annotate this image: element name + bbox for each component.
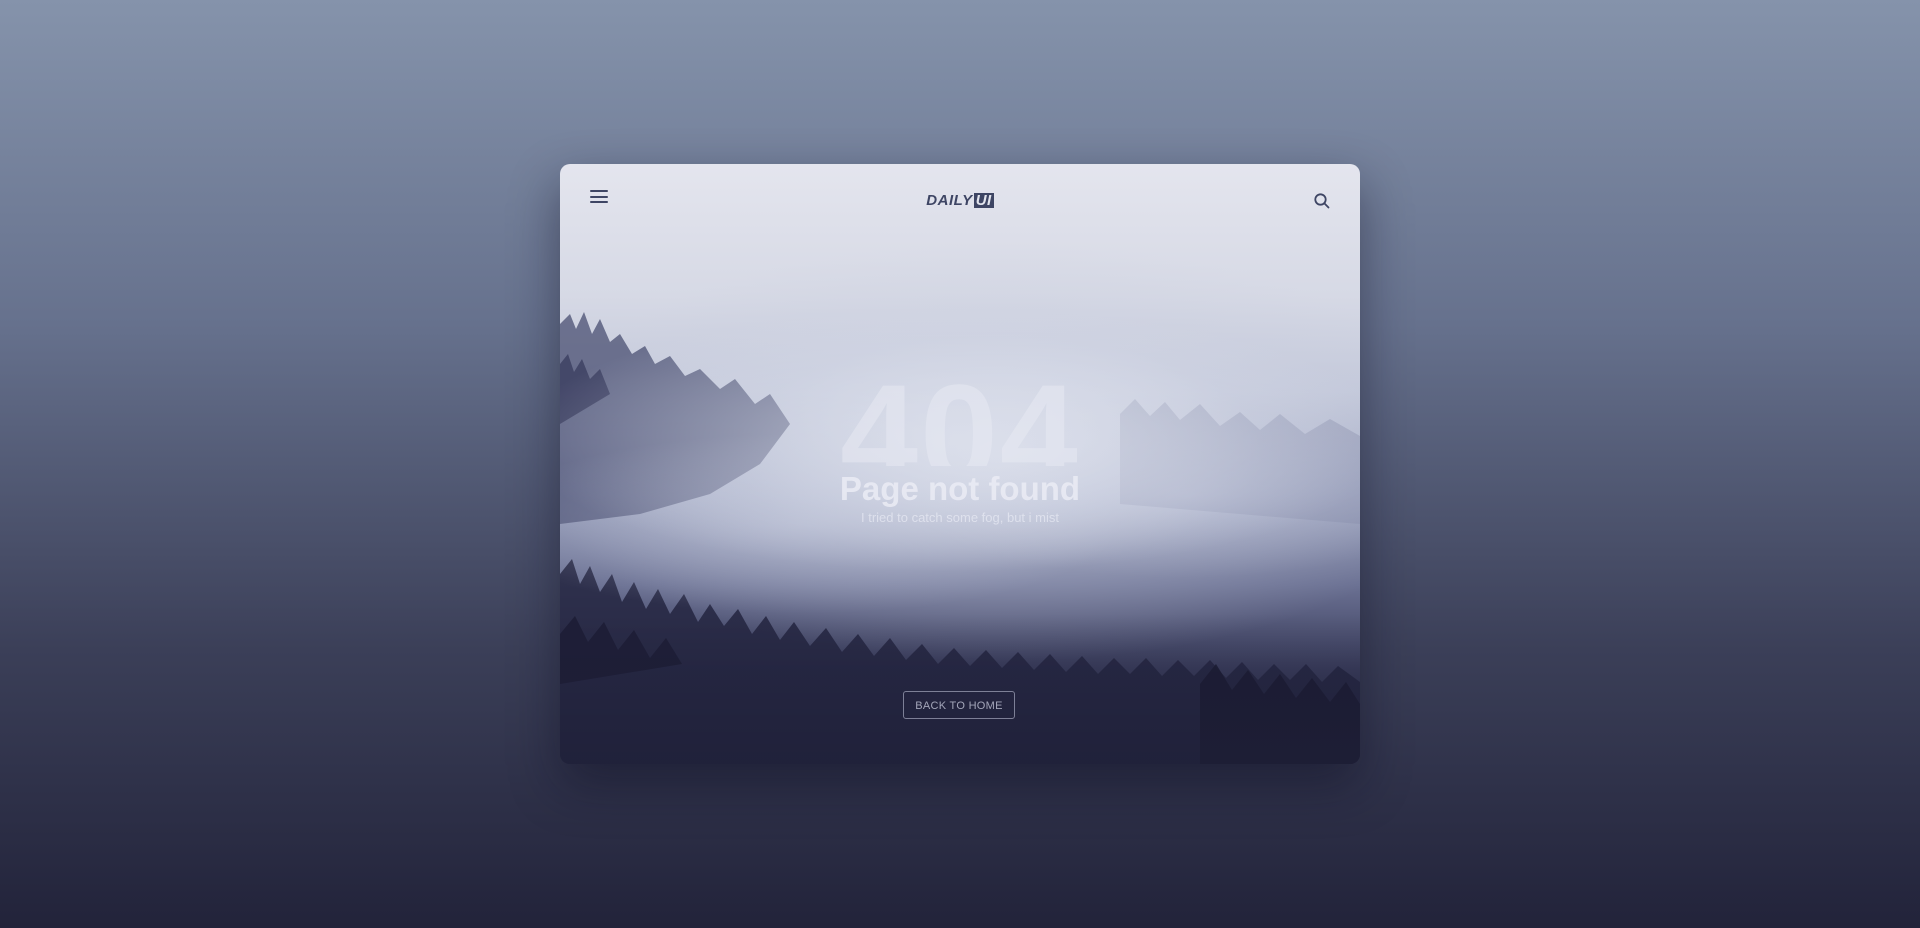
back-to-home-button[interactable]: BACK TO HOME [903, 691, 1015, 719]
search-icon[interactable] [1313, 192, 1331, 210]
error-card: DAILY UI 404 Page not found I tried to ca… [560, 164, 1360, 764]
logo[interactable]: DAILY UI [560, 192, 1360, 209]
error-code: 404 [840, 374, 1080, 466]
error-subtitle: I tried to catch some fog, but i mist [861, 510, 1059, 525]
logo-text: DAILY [926, 192, 973, 209]
page-title: Page not found [839, 470, 1081, 507]
logo-badge: UI [973, 192, 994, 209]
top-navigation-bar: DAILY UI [560, 164, 1360, 238]
error-message: 404 Page not found I tried to catch some… [560, 374, 1360, 526]
